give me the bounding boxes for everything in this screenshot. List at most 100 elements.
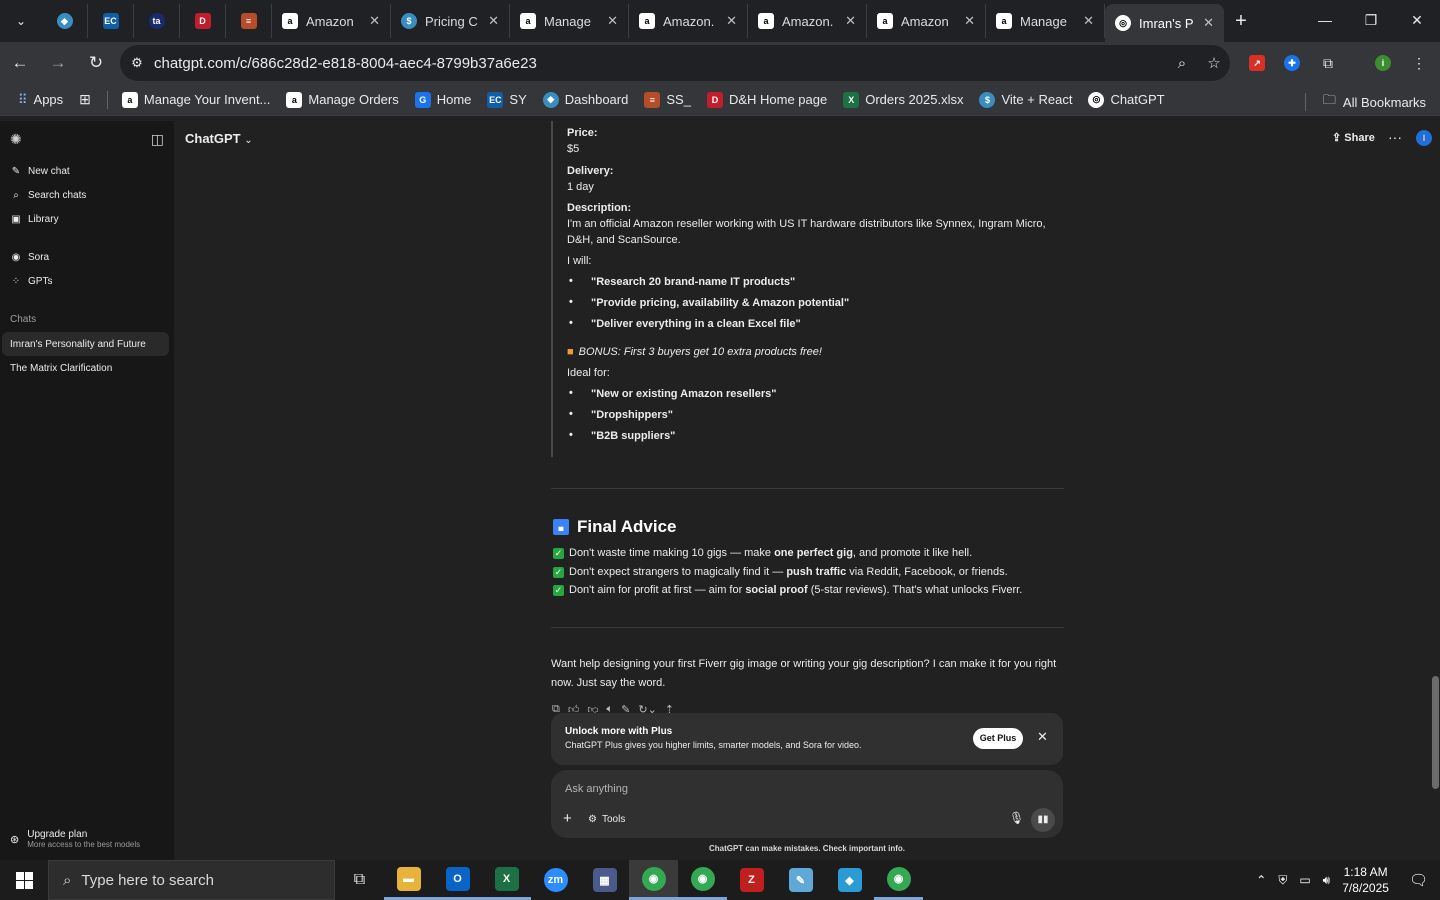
pinned-tab-2[interactable]: EC <box>88 4 134 38</box>
tab-2[interactable]: $ Pricing C ✕ <box>391 4 510 38</box>
model-selector[interactable]: ChatGPT ⌄ <box>185 131 253 146</box>
amazon-icon: a <box>520 13 536 29</box>
excel-icon[interactable]: X <box>482 860 531 900</box>
pinned-tab-1[interactable]: ◆ <box>42 4 88 38</box>
bookmark-dashboard[interactable]: ◆ Dashboard <box>542 91 628 108</box>
close-window-icon[interactable]: ✕ <box>1394 0 1440 40</box>
file-explorer-icon[interactable]: ▬ <box>384 860 433 900</box>
folder-icon: 🗀 <box>1322 92 1336 107</box>
prompt-input[interactable] <box>565 780 1005 798</box>
chat-item[interactable]: The Matrix Clarification <box>2 356 169 380</box>
task-view-icon[interactable]: ⧉ <box>335 860 384 900</box>
get-plus-button[interactable]: Get Plus <box>973 728 1023 749</box>
tab-7[interactable]: a Manage ✕ <box>986 4 1105 38</box>
close-icon[interactable]: ✕ <box>369 13 380 29</box>
tab-search-menu[interactable]: ⌄ <box>4 4 38 38</box>
clock[interactable]: 1:18 AM 7/8/2025 <box>1342 864 1389 896</box>
all-bookmarks[interactable]: 🗀 All Bookmarks <box>1304 91 1426 113</box>
extension-blue-icon[interactable]: ✚ <box>1275 45 1309 81</box>
chrome-icon[interactable]: ◉ <box>678 860 727 900</box>
site-info-icon[interactable]: ⚙ <box>120 55 154 71</box>
close-icon[interactable]: ✕ <box>1203 15 1214 31</box>
app-diamond-icon[interactable]: ◆ <box>825 860 874 900</box>
bookmark-ss[interactable]: ≡ SS_ <box>644 91 691 108</box>
volume-icon[interactable]: 🔊︎ <box>1323 873 1331 888</box>
amazon-icon: a <box>639 13 655 29</box>
url-text[interactable]: chatgpt.com/c/686c28d2-e818-8004-aec4-87… <box>154 55 1166 72</box>
more-options-icon[interactable]: ··· <box>1388 129 1402 145</box>
add-attachment-icon[interactable]: + <box>563 810 572 827</box>
close-icon[interactable]: ✕ <box>964 13 975 29</box>
reload-icon[interactable]: ↻ <box>78 45 114 81</box>
security-icon[interactable]: ⛨ <box>1278 873 1287 888</box>
windows-start-icon[interactable] <box>0 860 48 900</box>
microphone-icon[interactable]: 🎙︎ <box>1009 811 1024 825</box>
new-tab-button[interactable]: + <box>1224 4 1258 38</box>
network-icon[interactable]: ▭ <box>1299 873 1310 887</box>
pinned-tab-4[interactable]: D <box>180 4 226 38</box>
calculator-icon[interactable]: ▦ <box>580 860 629 900</box>
bookmark-orders-xlsx[interactable]: X Orders 2025.xlsx <box>843 91 963 108</box>
profile-avatar[interactable]: i <box>1366 45 1400 81</box>
taskbar-search[interactable]: ⌕ Type here to search <box>48 860 335 900</box>
extensions-icon[interactable]: ⧉ <box>1311 45 1345 81</box>
forward-icon[interactable]: → <box>40 45 76 81</box>
close-icon[interactable]: ✕ <box>1037 729 1048 745</box>
extension-red-icon[interactable]: ↗ <box>1240 45 1274 81</box>
tab-4[interactable]: a Amazon. ✕ <box>629 4 748 38</box>
close-sidebar-icon[interactable]: ◫ <box>151 131 164 148</box>
openai-logo-icon[interactable]: ✺ <box>10 131 22 148</box>
advice-text-c: , and promote it like hell. <box>852 547 973 559</box>
tab-5[interactable]: a Amazon. ✕ <box>748 4 867 38</box>
restore-icon[interactable]: ❐ <box>1348 0 1394 40</box>
zoom-icon[interactable]: ⌕ <box>1166 55 1198 72</box>
close-icon[interactable]: ✕ <box>488 13 499 29</box>
share-button[interactable]: ⇪ Share <box>1332 131 1375 144</box>
bookmark-star-icon[interactable]: ☆ <box>1198 54 1230 72</box>
close-icon[interactable]: ✕ <box>1083 13 1094 29</box>
chat-item-active[interactable]: Imran's Personality and Future <box>2 332 169 356</box>
close-icon[interactable]: ✕ <box>726 13 737 29</box>
tab-8-active[interactable]: ◎ Imran's P ✕ <box>1105 4 1224 42</box>
bookmark-chatgpt[interactable]: ◎ ChatGPT <box>1088 91 1165 108</box>
tools-button[interactable]: ⚙ Tools <box>588 814 625 825</box>
list-item-text: "Provide pricing, availability & Amazon … <box>591 297 850 309</box>
outlook-icon[interactable]: O <box>433 860 482 900</box>
close-icon[interactable]: ✕ <box>607 13 618 29</box>
minimize-icon[interactable]: — <box>1302 0 1348 40</box>
chrome-profile-icon[interactable]: ◉ <box>874 860 923 900</box>
filezilla-icon[interactable]: Z <box>727 860 776 900</box>
bookmark-vite-react[interactable]: $ Vite + React <box>979 91 1072 108</box>
sidebar-search-chats[interactable]: ⌕ Search chats <box>10 190 86 201</box>
pinned-tab-3[interactable]: ta <box>134 4 180 38</box>
bookmark-dh-home[interactable]: D D&H Home page <box>706 91 827 108</box>
tab-6[interactable]: a Amazon ✕ <box>867 4 986 38</box>
sidebar-gpts[interactable]: ⁘ GPTs <box>10 276 53 287</box>
pinned-tab-5[interactable]: ≡ <box>226 4 272 38</box>
back-icon[interactable]: ← <box>2 45 38 81</box>
close-icon[interactable]: ✕ <box>845 13 856 29</box>
notepad-icon[interactable]: ✎ <box>776 860 825 900</box>
notifications-icon[interactable]: 🗨︎ <box>1409 871 1428 889</box>
sidebar-library[interactable]: ▣ Library <box>10 214 58 225</box>
bookmark-manage-orders[interactable]: a Manage Orders <box>286 91 399 108</box>
tab-groups-icon[interactable]: ⊞ <box>79 91 91 108</box>
chrome-icon-active[interactable]: ◉ <box>629 860 678 900</box>
zoom-app-icon[interactable]: zm <box>531 860 580 900</box>
bookmark-apps[interactable]: ⠿ Apps <box>18 92 63 108</box>
bookmark-sy[interactable]: EC SY <box>487 91 527 108</box>
chevron-up-icon[interactable]: ⌃ <box>1256 873 1266 887</box>
sidebar-new-chat[interactable]: ✎ New chat <box>10 166 70 177</box>
scrollbar-thumb[interactable] <box>1432 676 1439 789</box>
bookmark-manage-inventory[interactable]: a Manage Your Invent... <box>121 91 270 108</box>
voice-mode-icon[interactable]: ▮▮ <box>1031 808 1055 832</box>
sidebar-sora[interactable]: ◉ Sora <box>10 252 50 263</box>
scrollbar[interactable] <box>1429 121 1440 802</box>
address-bar[interactable]: ⚙ chatgpt.com/c/686c28d2-e818-8004-aec4-… <box>120 45 1230 81</box>
upgrade-plan[interactable]: ⊛ Upgrade plan More access to the best mo… <box>10 829 140 849</box>
bookmark-label: Manage Orders <box>308 92 399 107</box>
menu-kebab-icon[interactable]: ⋮ <box>1402 45 1436 81</box>
bookmark-home[interactable]: G Home <box>414 91 471 108</box>
tab-1[interactable]: a Amazon ✕ <box>272 4 391 38</box>
tab-3[interactable]: a Manage ✕ <box>510 4 629 38</box>
